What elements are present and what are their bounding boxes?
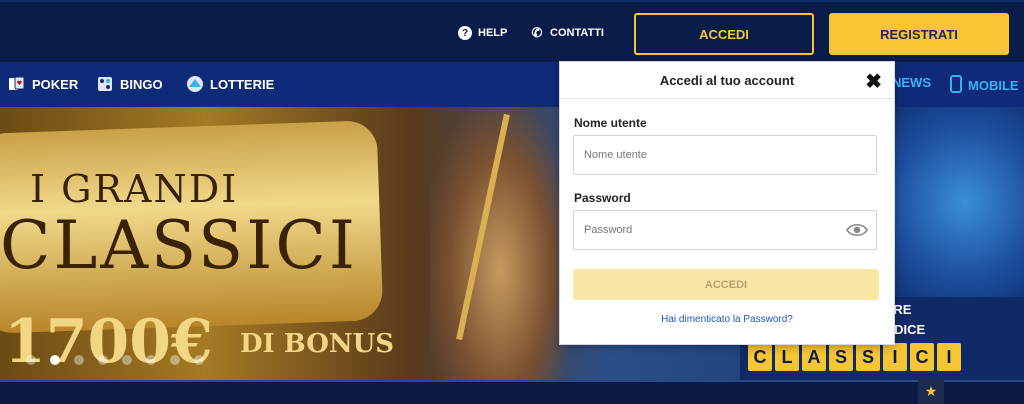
bingo-icon (96, 75, 114, 93)
contact-link[interactable]: ✆ CONTATTI (530, 25, 604, 40)
promo-code: C L A S S I C I (748, 343, 961, 371)
dolphin-illustration (876, 107, 1024, 297)
username-label: Nome utente (574, 116, 647, 130)
username-input[interactable] (574, 136, 876, 174)
close-icon[interactable]: ✖ (865, 69, 882, 94)
top-header: ? HELP ✆ CONTATTI ACCEDI REGISTRATI (0, 0, 1024, 62)
carousel-dots (26, 355, 204, 365)
help-icon: ? (458, 26, 472, 40)
phone-icon: ✆ (531, 25, 543, 40)
carousel-dot[interactable] (146, 355, 156, 365)
carousel-dot[interactable] (170, 355, 180, 365)
username-field-wrapper (573, 135, 877, 175)
code-letter: S (856, 343, 880, 371)
nav-label-poker: POKER (32, 76, 79, 92)
carousel-dot[interactable] (98, 355, 108, 365)
contact-label: CONTATTI (550, 27, 604, 39)
code-letter: C (748, 343, 772, 371)
nav-label-bingo: BINGO (120, 76, 163, 92)
hero-bonus-label: DI BONUS (240, 329, 395, 359)
login-submit-button[interactable]: ACCEDI (573, 269, 879, 300)
star-icon: ★ (918, 378, 944, 404)
poker-cards-icon: ♥ (8, 75, 26, 93)
password-field-wrapper (573, 210, 877, 250)
mobile-icon (950, 75, 962, 96)
carousel-dot[interactable] (74, 355, 84, 365)
nav-item-news[interactable]: NEWS (892, 75, 931, 90)
carousel-dot[interactable] (50, 355, 60, 365)
bottom-strip (0, 380, 1024, 404)
login-button[interactable]: ACCEDI (634, 13, 814, 55)
help-link[interactable]: ? HELP (458, 26, 507, 40)
password-label: Password (574, 191, 631, 205)
register-button[interactable]: REGISTRATI (829, 13, 1009, 55)
carousel-dot[interactable] (194, 355, 204, 365)
hero-title-line1: I GRANDI (30, 167, 239, 211)
eye-icon[interactable] (846, 222, 868, 238)
hero-bonus-amount: 1700€ (4, 307, 213, 377)
login-popup: Accedi al tuo account ✖ Nome utente Pass… (559, 61, 895, 345)
carousel-dot[interactable] (26, 355, 36, 365)
code-letter: L (775, 343, 799, 371)
login-popup-header: Accedi al tuo account ✖ (560, 62, 894, 99)
nav-item-bingo[interactable]: BINGO (96, 75, 163, 93)
login-popup-title: Accedi al tuo account (659, 73, 795, 88)
nav-label-mobile: MOBILE (968, 78, 1019, 93)
code-letter: C (910, 343, 934, 371)
help-label: HELP (478, 27, 508, 39)
nav-label-lotterie: LOTTERIE (210, 76, 275, 92)
code-letter: I (937, 343, 961, 371)
nav-item-lotterie[interactable]: LOTTERIE (186, 75, 274, 93)
nav-label-news: NEWS (892, 75, 931, 90)
svg-text:♥: ♥ (17, 80, 22, 87)
code-letter: A (802, 343, 826, 371)
code-letter: I (883, 343, 907, 371)
hero-title-line2: CLASSICI (0, 207, 358, 284)
lottery-icon (186, 75, 204, 93)
forgot-password-link[interactable]: Hai dimenticato la Password? (560, 314, 894, 325)
carousel-dot[interactable] (122, 355, 132, 365)
nav-item-mobile[interactable]: MOBILE (950, 75, 1019, 96)
password-input[interactable] (574, 211, 876, 249)
nav-item-poker[interactable]: ♥ POKER (8, 75, 78, 93)
code-letter: S (829, 343, 853, 371)
